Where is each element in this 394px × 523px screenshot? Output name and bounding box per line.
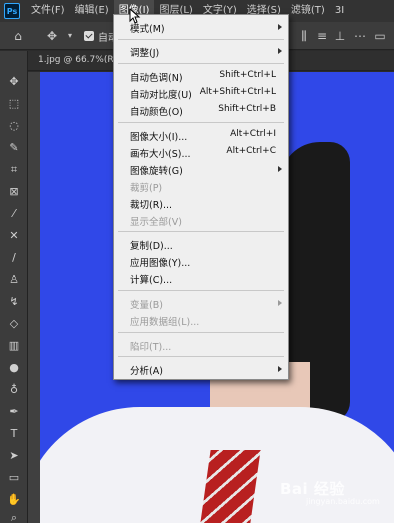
history-brush-tool-icon[interactable]: ↯ [4,293,24,311]
menu-item-analysis[interactable]: 分析(A) [114,361,288,377]
crop-tool-icon[interactable]: ⌗ [4,161,24,179]
submenu-arrow-icon [278,24,282,30]
menu-item-auto-tone[interactable]: 自动色调(N) Shift+Ctrl+L [114,68,288,84]
menu-filter[interactable]: 滤镜(T) [286,0,330,22]
submenu-arrow-icon [278,48,282,54]
menu-item-adjustments[interactable]: 调整(J) [114,43,288,59]
auto-select-checkbox[interactable] [84,31,94,41]
menu-separator [118,356,284,357]
frame-tool-icon[interactable]: ⊠ [4,183,24,201]
menu-item-canvas-size[interactable]: 画布大小(S)... Alt+Ctrl+C [114,144,288,160]
dodge-tool-icon[interactable]: ♁ [4,381,24,399]
submenu-arrow-icon [278,300,282,306]
menu-item-duplicate[interactable]: 复制(D)... [114,236,288,252]
menu-separator [118,290,284,291]
gradient-tool-icon[interactable]: ▥ [4,337,24,355]
menu-separator [118,39,284,40]
menu-item-auto-color[interactable]: 自动颜色(O) Shift+Ctrl+B [114,102,288,118]
path-selection-tool-icon[interactable]: ➤ [4,447,24,465]
rectangle-tool-icon[interactable]: ▭ [4,469,24,487]
distribute-icon[interactable]: ≡ [314,28,330,44]
type-tool-icon[interactable]: T [4,425,24,443]
menu-item-image-rotation[interactable]: 图像旋转(G) [114,161,288,177]
align-bottom-icon[interactable]: ⊥ [332,28,348,44]
brush-tool-icon[interactable]: / [4,249,24,267]
more-options-icon[interactable]: ▭ [372,28,388,44]
menu-item-crop[interactable]: 裁剪(P) [114,178,288,194]
hand-tool-icon[interactable]: ✋ [4,491,24,509]
watermark-brand: Bai 经验 [280,480,345,498]
submenu-arrow-icon [278,166,282,172]
menu-item-apply-data-set[interactable]: 应用数据组(L)... [114,312,288,328]
menu-separator [118,122,284,123]
clone-stamp-tool-icon[interactable]: ♙ [4,271,24,289]
photoshop-logo-icon: Ps [4,3,20,19]
menu-item-apply-image[interactable]: 应用图像(Y)... [114,253,288,269]
eraser-tool-icon[interactable]: ◇ [4,315,24,333]
menu-separator [118,63,284,64]
menu-file[interactable]: 文件(F) [26,0,70,22]
menu-edit[interactable]: 编辑(E) [70,0,114,22]
submenu-arrow-icon [278,366,282,372]
healing-brush-tool-icon[interactable]: ✕ [4,227,24,245]
pen-tool-icon[interactable]: ✒ [4,403,24,421]
distribute-horizontal-icon[interactable]: ⋯ [352,28,368,44]
menu-item-image-size[interactable]: 图像大小(I)... Alt+Ctrl+I [114,127,288,143]
menu-separator [118,231,284,232]
menu-item-variables[interactable]: 变量(B) [114,295,288,311]
eyedropper-tool-icon[interactable]: ⁄ [4,205,24,223]
lasso-tool-icon[interactable]: ◌ [4,117,24,135]
menu-item-trap[interactable]: 陷印(T)... [114,337,288,353]
menu-item-calculations[interactable]: 计算(C)... [114,270,288,286]
menu-3d[interactable]: 3I [330,0,349,22]
tools-panel: ✥ ⬚ ◌ ✎ ⌗ ⊠ ⁄ ✕ / ♙ ↯ ◇ ▥ ● ♁ ✒ T ➤ ▭ ✋ … [0,51,28,523]
zoom-tool-icon[interactable]: ⌕ [4,509,24,523]
watermark-url: jingyan.baidu.com [306,497,380,506]
document-title: 1.jpg @ 66.7%(RG [38,55,121,65]
menu-item-trim[interactable]: 裁切(R)... [114,195,288,211]
menu-item-reveal-all[interactable]: 显示全部(V) [114,212,288,228]
move-tool-icon[interactable]: ✥ [4,73,24,91]
menu-separator [118,332,284,333]
align-icon[interactable]: ⫼ [296,28,312,44]
marquee-tool-icon[interactable]: ⬚ [4,95,24,113]
image-menu-dropdown: 模式(M) 调整(J) 自动色调(N) Shift+Ctrl+L 自动对比度(U… [113,14,289,380]
baidu-jingyan-watermark: Bai 经验 jingyan.baidu.com [280,478,390,514]
home-icon[interactable]: ⌂ [10,28,26,44]
menu-item-auto-contrast[interactable]: 自动对比度(U) Alt+Shift+Ctrl+L [114,85,288,101]
blur-tool-icon[interactable]: ● [4,359,24,377]
chevron-down-icon[interactable]: ▾ [62,28,78,44]
quick-select-tool-icon[interactable]: ✎ [4,139,24,157]
move-tool-icon[interactable]: ✥ [44,28,60,44]
mouse-cursor-icon [129,8,141,24]
